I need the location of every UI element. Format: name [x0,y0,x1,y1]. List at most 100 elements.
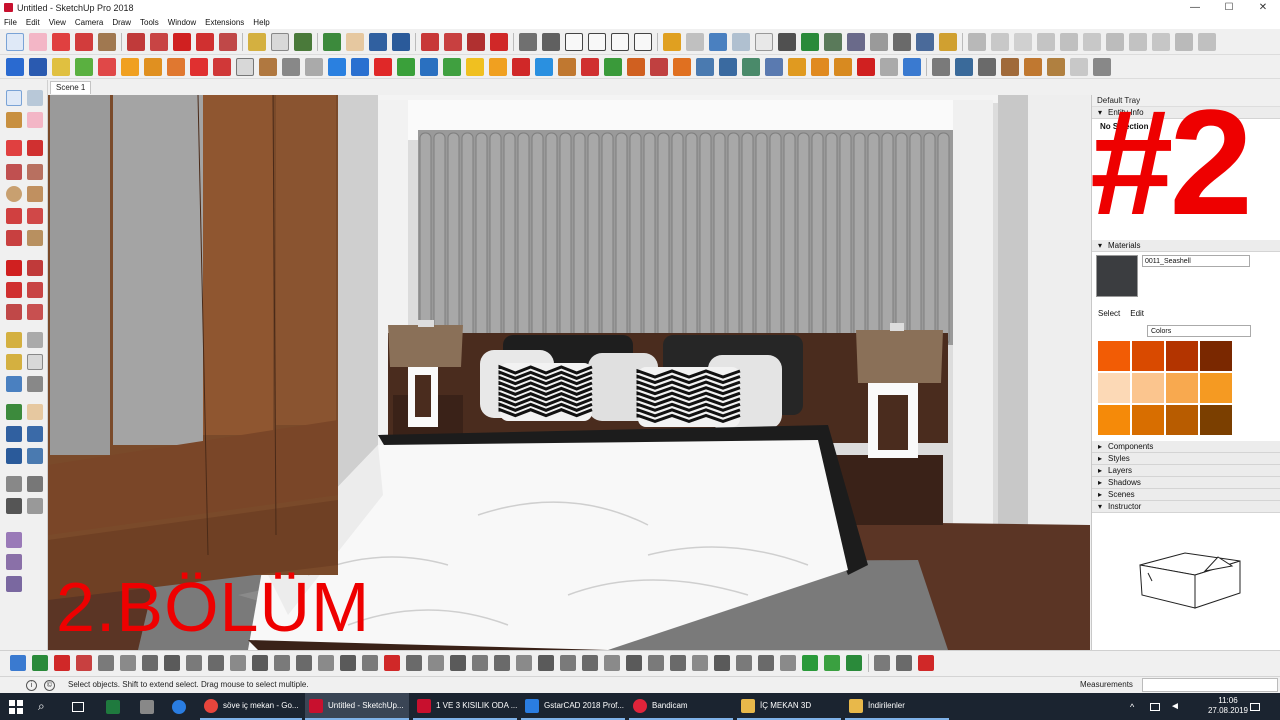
ext-block-b-icon[interactable] [811,57,829,76]
ext-stripe-icon[interactable] [626,655,642,671]
dynamic-components-icon[interactable] [824,32,842,51]
geo-location-icon[interactable]: i [26,680,37,691]
minimize-button[interactable]: — [1178,0,1212,15]
ext-cut-icon[interactable] [142,655,158,671]
ext-wand-icon[interactable] [896,655,912,671]
view-panel-h-icon[interactable] [1198,32,1216,51]
rectangle-tool-icon[interactable] [6,164,22,180]
move-tool-icon[interactable] [173,32,191,51]
color-swatch[interactable] [1166,405,1198,435]
panel-styles[interactable]: Styles [1092,453,1280,465]
menu-window[interactable]: Window [168,18,196,27]
system-clock[interactable]: 11:06 27.08.2019 [1208,696,1248,716]
ext-lasso-icon[interactable] [340,655,356,671]
paint-bucket-tool-icon[interactable] [294,32,312,51]
section-plane-tool-icon[interactable] [27,498,43,514]
material-preview-swatch[interactable] [1096,255,1138,297]
text-tool-icon[interactable] [27,354,43,370]
ext-blob-icon[interactable] [230,655,246,671]
menu-tools[interactable]: Tools [140,18,159,27]
network-tray[interactable] [1150,693,1166,720]
panel-scenes[interactable]: Scenes [1092,489,1280,501]
ext-sweep-icon[interactable] [318,655,334,671]
color-swatch[interactable] [1098,373,1130,403]
ext-loop-icon[interactable] [164,655,180,671]
ext-bend-icon[interactable] [208,655,224,671]
two-point-arc-tool-icon[interactable] [27,208,43,224]
ext-fan-icon[interactable] [450,655,466,671]
ext-plane-icon[interactable] [52,57,70,76]
view-panel-e-icon[interactable] [1129,32,1147,51]
menu-file[interactable]: File [4,18,17,27]
protractor-tool-icon[interactable] [6,354,22,370]
ext-grid-b-icon[interactable] [719,57,737,76]
extension-manager-icon[interactable] [490,32,508,51]
ext-block-c-icon[interactable] [834,57,852,76]
color-swatch[interactable] [1132,341,1164,371]
right-view-icon[interactable] [588,32,606,51]
warehouse-icon[interactable] [421,32,439,51]
ext-bars-icon[interactable] [516,655,532,671]
ext-wrap-icon[interactable] [121,57,139,76]
ext-line-icon[interactable] [282,57,300,76]
iso-view-icon[interactable] [519,32,537,51]
3d-text-tool-icon[interactable] [27,376,43,392]
ext-hand-icon[interactable] [472,655,488,671]
ext-tag-icon[interactable] [673,57,691,76]
ext-grid-icon[interactable] [428,655,444,671]
ext-cross-icon[interactable] [374,57,392,76]
color-swatch[interactable] [1132,373,1164,403]
taskbar-item-downloads[interactable]: İndirilenler [845,693,949,720]
ext-mesh-icon[interactable] [670,655,686,671]
maximize-button[interactable]: ☐ [1212,0,1246,15]
tray-chevron[interactable]: ^ [1130,693,1146,720]
ext-move-icon[interactable] [10,655,26,671]
ext-circle-red-icon[interactable] [384,655,400,671]
follow-me-tool-icon[interactable] [27,282,43,298]
view-panel-g-icon[interactable] [1175,32,1193,51]
axes-tool-icon[interactable] [6,376,22,392]
render-icon[interactable] [847,32,865,51]
ext-chair-icon[interactable] [259,57,277,76]
ext-green-c-icon[interactable] [846,655,862,671]
front-view-icon[interactable] [565,32,583,51]
ext-grid-a-icon[interactable] [696,57,714,76]
previous-view-tool-icon[interactable] [27,448,43,464]
taskbar-item-bandicam[interactable]: Bandicam [629,693,733,720]
eraser-tool-icon[interactable] [29,32,47,51]
zoom-window-tool-icon[interactable] [27,426,43,442]
style-builder-icon[interactable] [991,32,1009,51]
taskbar-item-folder-3d[interactable]: İÇ MEKAN 3D [737,693,841,720]
polygon-tool-icon[interactable] [27,186,43,202]
panel-shadows[interactable]: Shadows [1092,477,1280,489]
ext-brush-icon[interactable] [494,655,510,671]
color-swatch[interactable] [1200,405,1232,435]
shape-tool-icon[interactable] [98,32,116,51]
walk-tool-icon[interactable] [6,498,22,514]
ext-green-a-icon[interactable] [802,655,818,671]
ext-plus-icon[interactable] [397,57,415,76]
back-view-icon[interactable] [611,32,629,51]
rotate-tool-icon[interactable] [196,32,214,51]
ext-grid-c-icon[interactable] [742,57,760,76]
move-tool-icon[interactable] [6,260,22,276]
color-swatch[interactable] [1166,341,1198,371]
ext-scatter-icon[interactable] [780,655,796,671]
circle-tool-icon[interactable] [6,186,22,202]
left-view-icon[interactable] [634,32,652,51]
ext-spline-icon[interactable] [351,57,369,76]
arc-tool-icon[interactable] [75,32,93,51]
ext-box-icon[interactable] [190,57,208,76]
push-pull-tool-icon[interactable] [127,32,145,51]
ext-material-b-icon[interactable] [1024,57,1042,76]
ext-cube-icon[interactable] [76,655,92,671]
menu-help[interactable]: Help [253,18,269,27]
advanced-camera-icon[interactable] [801,32,819,51]
ext-wave-icon[interactable] [296,655,312,671]
color-swatch[interactable] [1166,373,1198,403]
freehand-tool-icon[interactable] [27,140,43,156]
ext-tools-icon[interactable] [627,57,645,76]
excel-pinned[interactable] [106,693,126,720]
settings-icon[interactable] [893,32,911,51]
sandbox-icon[interactable] [709,32,727,51]
